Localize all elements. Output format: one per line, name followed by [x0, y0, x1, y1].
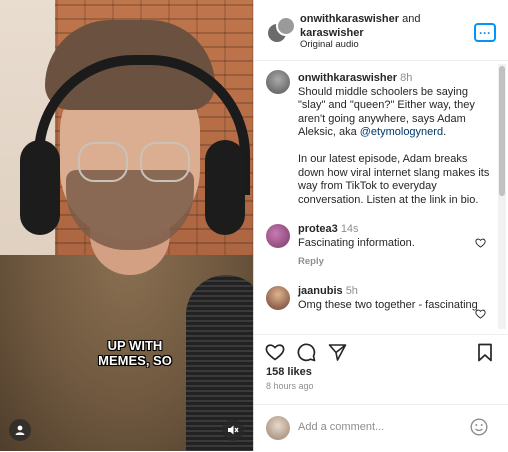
comment-username[interactable]: jaanubis [298, 285, 343, 297]
emoji-icon[interactable] [470, 418, 488, 436]
post-owners: onwithkaraswisher and karaswisher [300, 12, 470, 40]
more-options-button[interactable]: ··· [474, 23, 496, 42]
speaker-muted-icon [228, 425, 239, 435]
comments-scroll-area[interactable]: onwithkaraswisher 8h Should middle schoo… [254, 62, 508, 334]
coauthor-username[interactable]: karaswisher [300, 27, 364, 39]
heart-icon [475, 309, 486, 319]
likes-count[interactable]: 158 likes [266, 366, 312, 378]
comment-time: 14s [340, 223, 359, 235]
comment: protea3 14s Fascinating information. [298, 222, 478, 250]
post-caption: onwithkaraswisher 8h Should middle schoo… [298, 72, 494, 207]
like-comment-button[interactable] [475, 238, 486, 251]
avatar[interactable] [266, 224, 290, 248]
comment-username[interactable]: protea3 [298, 223, 338, 235]
video-caption: UP WITH MEMES, SO [98, 338, 172, 368]
avatar[interactable] [266, 70, 290, 94]
comment-time: 5h [345, 285, 358, 297]
owner-username[interactable]: onwithkaraswisher [300, 13, 399, 25]
caption-text-2: In our latest episode, Adam breaks down … [298, 153, 490, 206]
share-button[interactable] [328, 343, 347, 362]
scrollbar-thumb[interactable] [499, 66, 505, 196]
reply-button[interactable]: Reply [298, 256, 324, 267]
user-icon [15, 425, 25, 435]
like-comment-button[interactable] [475, 309, 486, 322]
glasses-right-lens [140, 142, 190, 182]
audio-label[interactable]: Original audio [300, 39, 359, 50]
avatar[interactable] [266, 286, 290, 310]
post-header: onwithkaraswisher and karaswisher Origin… [254, 0, 508, 61]
reel-video[interactable]: UP WITH MEMES, SO [0, 0, 253, 451]
caption-time: 8h [400, 72, 413, 84]
save-button[interactable] [477, 343, 493, 362]
comment: jaanubis 5h Omg these two together - fas… [298, 284, 478, 312]
comment-button[interactable] [297, 343, 316, 362]
more-icon: ··· [479, 25, 491, 40]
heart-icon [475, 238, 486, 248]
caption-username[interactable]: onwithkaraswisher [298, 72, 397, 84]
like-button[interactable] [265, 343, 285, 361]
mute-button[interactable] [222, 419, 244, 441]
comment-text: Omg these two together - fascinating [298, 299, 478, 311]
mention-link[interactable]: @etymologynerd [360, 126, 443, 138]
tagged-user-button[interactable] [9, 419, 31, 441]
headphone-left-cup [20, 140, 60, 235]
avatar[interactable] [276, 16, 296, 36]
comment-text: Fascinating information. [298, 237, 415, 249]
caption-text-1-end: . [443, 126, 447, 138]
headphone-right-cup [205, 140, 245, 235]
avatar [266, 416, 290, 440]
comment-input[interactable]: Add a comment... [298, 421, 384, 433]
owner-joiner: and [399, 13, 421, 25]
glasses-left-lens [78, 142, 128, 182]
post-age: 8 hours ago [266, 381, 314, 391]
post-details-panel: onwithkaraswisher and karaswisher Origin… [253, 0, 508, 451]
comment-composer: Add a comment... [254, 404, 508, 452]
